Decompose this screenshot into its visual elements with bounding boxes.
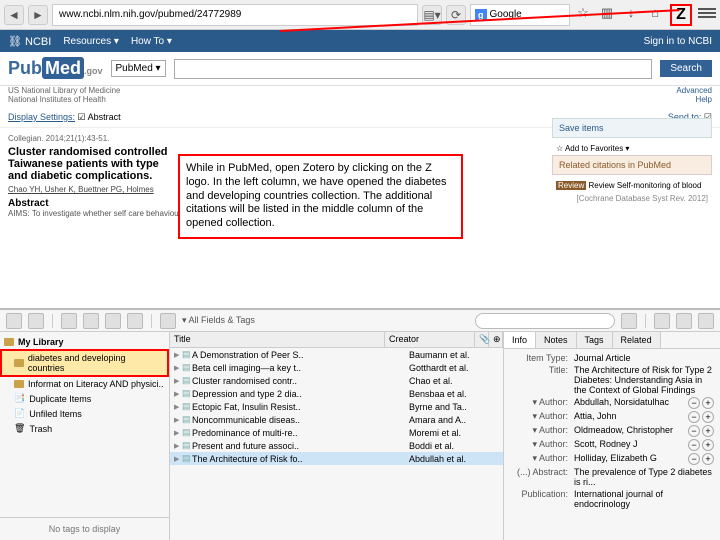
related-item[interactable]: Review Review Self-monitoring of blood xyxy=(552,179,712,192)
related-citations-header[interactable]: Related citations in PubMed xyxy=(552,155,712,175)
browser-search[interactable]: gGoogle xyxy=(470,4,570,26)
col-attach-icon[interactable]: 📎 xyxy=(475,332,489,347)
col-creator[interactable]: Creator xyxy=(385,332,475,347)
sync-button[interactable] xyxy=(654,313,670,329)
duplicate-icon xyxy=(14,393,25,404)
zotero-search-input[interactable] xyxy=(475,313,615,329)
remove-author-button[interactable]: − xyxy=(688,453,700,465)
ncbi-signin[interactable]: Sign in to NCBI xyxy=(644,36,712,47)
author-value[interactable]: Holliday, Elizabeth G xyxy=(574,453,686,465)
new-group-button[interactable] xyxy=(28,313,44,329)
item-title-value[interactable]: The Architecture of Risk for Type 2 Diab… xyxy=(574,365,714,395)
new-collection-button[interactable] xyxy=(6,313,22,329)
add-author-button[interactable]: + xyxy=(702,397,714,409)
pubmed-search-input[interactable] xyxy=(174,59,653,79)
tab-related[interactable]: Related xyxy=(613,332,661,348)
collection-selected[interactable]: diabetes and developing countries xyxy=(0,349,169,377)
trash-icon xyxy=(14,423,25,434)
author-value[interactable]: Attia, John xyxy=(574,411,686,423)
close-zotero-button[interactable] xyxy=(698,313,714,329)
advanced-search-button[interactable] xyxy=(160,313,176,329)
item-type-value[interactable]: Journal Article xyxy=(574,353,714,363)
ncbi-bar: ⛓ NCBI Resources ▾ How To ▾ Sign in to N… xyxy=(0,30,720,52)
pubmed-header: PubMed.gov PubMed ▾ Search xyxy=(0,52,720,86)
pubmed-subtitle: US National Library of Medicine National… xyxy=(8,86,121,104)
tab-tags[interactable]: Tags xyxy=(577,332,613,348)
folder-icon xyxy=(14,380,24,388)
unfiled-icon xyxy=(14,408,25,419)
forward-button[interactable]: ► xyxy=(28,5,48,25)
advanced-link[interactable]: Advanced xyxy=(676,86,712,95)
locate-button[interactable] xyxy=(621,313,637,329)
publication-value[interactable]: International journal of endocrinology xyxy=(574,489,714,509)
duplicate-items[interactable]: Duplicate Items xyxy=(0,391,169,406)
abstract-value[interactable]: The prevalence of Type 2 diabetes is ri.… xyxy=(574,467,714,487)
new-note-button[interactable] xyxy=(105,313,121,329)
save-items-box[interactable]: Save items xyxy=(552,118,712,138)
my-library[interactable]: My Library xyxy=(0,335,169,349)
back-button[interactable]: ◄ xyxy=(4,5,24,25)
annotation-box: While in PubMed, open Zotero by clicking… xyxy=(178,154,463,239)
pubmed-search-button[interactable]: Search xyxy=(660,60,712,77)
zotero-left-pane: My Library diabetes and developing count… xyxy=(0,332,170,540)
tag-selector: No tags to display xyxy=(0,517,169,540)
remove-author-button[interactable]: − xyxy=(688,397,700,409)
add-author-button[interactable]: + xyxy=(702,439,714,451)
tab-info[interactable]: Info xyxy=(504,332,536,348)
url-bar[interactable]: www.ncbi.nlm.nih.gov/pubmed/24772989 xyxy=(52,4,418,26)
tab-notes[interactable]: Notes xyxy=(536,332,577,348)
add-author-button[interactable]: + xyxy=(702,411,714,423)
zotero-item-pane: Info Notes Tags Related Item Type:Journa… xyxy=(504,332,720,540)
collection-tree: My Library diabetes and developing count… xyxy=(0,332,169,517)
remove-author-button[interactable]: − xyxy=(688,411,700,423)
new-item-button[interactable] xyxy=(61,313,77,329)
author-value[interactable]: Oldmeadow, Christopher xyxy=(574,425,686,437)
zotero-toolbar: ▾ All Fields & Tags xyxy=(0,310,720,332)
info-panel: Item Type:Journal Article Title:The Arch… xyxy=(504,349,720,540)
add-favorites[interactable]: ☆ Add to Favorites ▾ xyxy=(552,142,712,155)
help-link[interactable]: Help xyxy=(696,95,712,104)
ncbi-resources[interactable]: Resources ▾ xyxy=(63,36,119,47)
list-headers: Title Creator 📎 ⊕ xyxy=(170,332,503,348)
author-value[interactable]: Scott, Rodney J xyxy=(574,439,686,451)
list-item[interactable]: ▶▤The Architecture of Risk fo..Abdullah … xyxy=(170,452,503,465)
pubmed-db-select[interactable]: PubMed ▾ xyxy=(111,60,166,77)
item-tabs: Info Notes Tags Related xyxy=(504,332,720,349)
ncbi-logo[interactable]: ⛓ NCBI xyxy=(8,35,51,48)
list-item[interactable]: ▶▤Noncommunicable diseas..Amara and A.. xyxy=(170,413,503,426)
zotero-pane: ▾ All Fields & Tags My Library diabetes … xyxy=(0,308,720,540)
list-item[interactable]: ▶▤Predominance of multi-re..Moremi et al… xyxy=(170,426,503,439)
col-add[interactable]: ⊕ xyxy=(489,332,503,347)
remove-author-button[interactable]: − xyxy=(688,439,700,451)
list-item[interactable]: ▶▤Present and future associ..Boddi et al… xyxy=(170,439,503,452)
folder-icon xyxy=(14,359,24,367)
library-icon xyxy=(4,338,14,346)
menu-icon[interactable] xyxy=(698,4,716,22)
author-value[interactable]: Abdullah, Norsidatulhac xyxy=(574,397,686,409)
filter-label: ▾ All Fields & Tags xyxy=(182,315,255,326)
remove-author-button[interactable]: − xyxy=(688,425,700,437)
zotero-item-list: Title Creator 📎 ⊕ ▶▤A Demonstration of P… xyxy=(170,332,504,540)
add-author-button[interactable]: + xyxy=(702,453,714,465)
add-by-id-button[interactable] xyxy=(83,313,99,329)
ncbi-howto[interactable]: How To ▾ xyxy=(131,36,172,47)
list-item[interactable]: ▶▤Cluster randomised contr..Chao et al. xyxy=(170,374,503,387)
zotero-z-button[interactable]: Z xyxy=(670,4,692,26)
list-item[interactable]: ▶▤Ectopic Fat, Insulin Resist..Byrne and… xyxy=(170,400,503,413)
display-settings[interactable]: Display Settings: xyxy=(8,112,75,122)
trash[interactable]: Trash xyxy=(0,421,169,436)
attach-button[interactable] xyxy=(127,313,143,329)
add-author-button[interactable]: + xyxy=(702,425,714,437)
fullscreen-button[interactable] xyxy=(676,313,692,329)
side-panel: Save items ☆ Add to Favorites ▾ Related … xyxy=(552,118,712,205)
collection-item[interactable]: Informat on Literacy AND physici.. xyxy=(0,377,169,391)
list-item[interactable]: ▶▤A Demonstration of Peer S..Baumann et … xyxy=(170,348,503,361)
pubmed-logo[interactable]: PubMed.gov xyxy=(8,58,103,79)
col-title[interactable]: Title xyxy=(170,332,385,347)
list-item[interactable]: ▶▤Depression and type 2 dia..Bensbaa et … xyxy=(170,387,503,400)
list-item[interactable]: ▶▤Beta cell imaging—a key t..Gotthardt e… xyxy=(170,361,503,374)
unfiled-items[interactable]: Unfiled Items xyxy=(0,406,169,421)
star-icon[interactable]: ☆ xyxy=(574,4,592,22)
related-cite: [Cochrane Database Syst Rev. 2012] xyxy=(552,192,712,205)
